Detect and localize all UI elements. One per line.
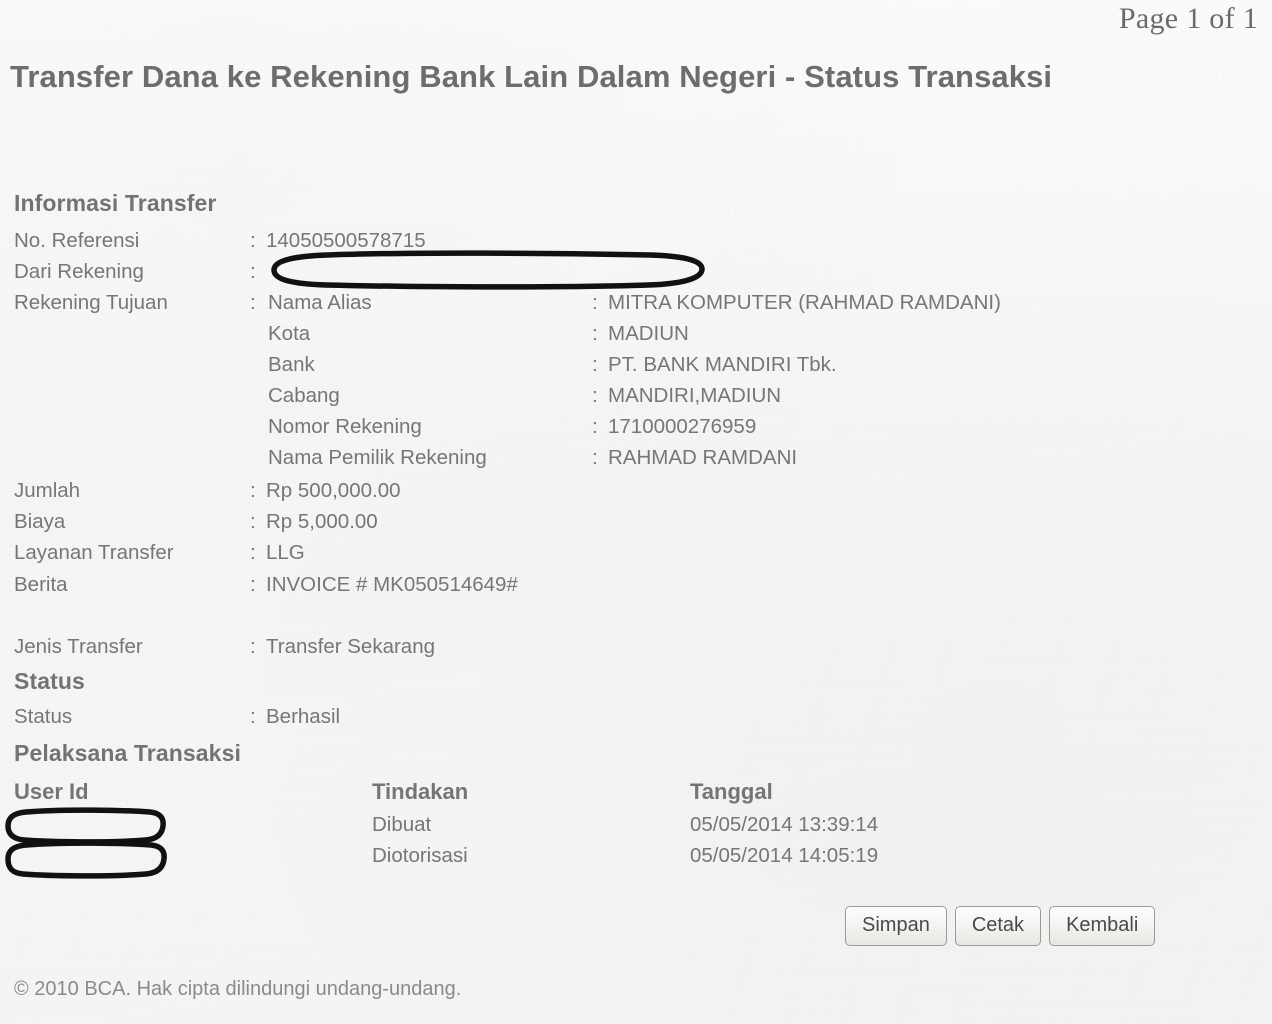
subfield-label-branch: Cabang <box>268 384 340 407</box>
field-separator: : <box>250 229 256 252</box>
action-button-bar: Simpan Cetak Kembali <box>845 906 1156 946</box>
save-button[interactable]: Simpan <box>845 906 947 946</box>
field-separator: : <box>250 260 256 283</box>
field-label-reference: No. Referensi <box>14 229 140 252</box>
field-separator: : <box>592 322 598 345</box>
field-label-fee: Biaya <box>14 510 66 533</box>
field-value-transfer-type: Transfer Sekarang <box>266 635 436 658</box>
field-separator: : <box>250 573 256 596</box>
redaction-box-user-id-second <box>0 838 176 880</box>
field-separator: : <box>592 353 598 376</box>
subfield-value-bank: PT. BANK MANDIRI Tbk. <box>608 353 837 376</box>
field-value-status: Berhasil <box>266 705 341 728</box>
field-label-status: Status <box>14 705 73 728</box>
field-label-amount: Jumlah <box>14 479 81 502</box>
table-cell-date: 05/05/2014 13:39:14 <box>690 813 879 836</box>
table-cell-date: 05/05/2014 14:05:19 <box>690 844 879 867</box>
field-label-transfer-type: Jenis Transfer <box>14 635 143 658</box>
table-column-header-action: Tindakan <box>372 779 469 804</box>
field-value-fee: Rp 5,000.00 <box>266 510 378 533</box>
redaction-oval-from-account <box>258 248 710 292</box>
field-separator: : <box>592 415 598 438</box>
field-separator: : <box>250 510 256 533</box>
field-label-from-account: Dari Rekening <box>14 260 144 283</box>
paper-texture <box>0 0 1272 1024</box>
print-button[interactable]: Cetak <box>954 906 1042 946</box>
table-cell-action: Diotorisasi <box>372 844 468 867</box>
section-heading-status: Status <box>14 668 85 694</box>
field-separator: : <box>592 384 598 407</box>
subfield-value-account-holder: RAHMAD RAMDANI <box>608 446 798 469</box>
field-value-note: INVOICE # MK050514649# <box>266 573 518 596</box>
field-label-destination: Rekening Tujuan <box>14 291 168 314</box>
field-label-note: Berita <box>14 573 68 596</box>
section-heading-executor: Pelaksana Transaksi <box>14 740 241 766</box>
subfield-label-city: Kota <box>268 322 311 345</box>
subfield-value-branch: MANDIRI,MADIUN <box>608 384 782 407</box>
subfield-value-alias: MITRA KOMPUTER (RAHMAD RAMDANI) <box>608 291 1001 314</box>
subfield-label-account-holder: Nama Pemilik Rekening <box>268 446 487 469</box>
page-number: Page 1 of 1 <box>1118 2 1258 35</box>
field-separator: : <box>250 705 256 728</box>
field-separator: : <box>592 291 598 314</box>
subfield-label-alias: Nama Alias <box>268 291 372 314</box>
field-value-reference: 14050500578715 <box>266 229 426 252</box>
field-separator: : <box>592 446 598 469</box>
table-cell-action: Dibuat <box>372 813 432 836</box>
section-heading-transfer-info: Informasi Transfer <box>14 190 217 216</box>
page-title: Transfer Dana ke Rekening Bank Lain Dala… <box>10 59 1053 94</box>
subfield-label-account-number: Nomor Rekening <box>268 415 422 438</box>
redaction-box-user-id-first <box>0 806 176 846</box>
field-separator: : <box>250 291 256 314</box>
scanned-receipt-page: Page 1 of 1 Transfer Dana ke Rekening Ba… <box>0 0 1272 1024</box>
field-value-service: LLG <box>266 541 305 564</box>
field-separator: : <box>250 541 256 564</box>
subfield-value-account-number: 1710000276959 <box>608 415 757 438</box>
table-column-header-date: Tanggal <box>690 779 773 804</box>
field-value-amount: Rp 500,000.00 <box>266 479 401 502</box>
subfield-value-city: MADIUN <box>608 322 689 345</box>
table-column-header-user-id: User Id <box>14 779 89 804</box>
field-separator: : <box>250 635 256 658</box>
copyright-footer: © 2010 BCA. Hak cipta dilindungi undang-… <box>14 978 462 1000</box>
field-label-service: Layanan Transfer <box>14 541 174 564</box>
back-button[interactable]: Kembali <box>1049 906 1156 946</box>
subfield-label-bank: Bank <box>268 353 315 376</box>
field-separator: : <box>250 479 256 502</box>
